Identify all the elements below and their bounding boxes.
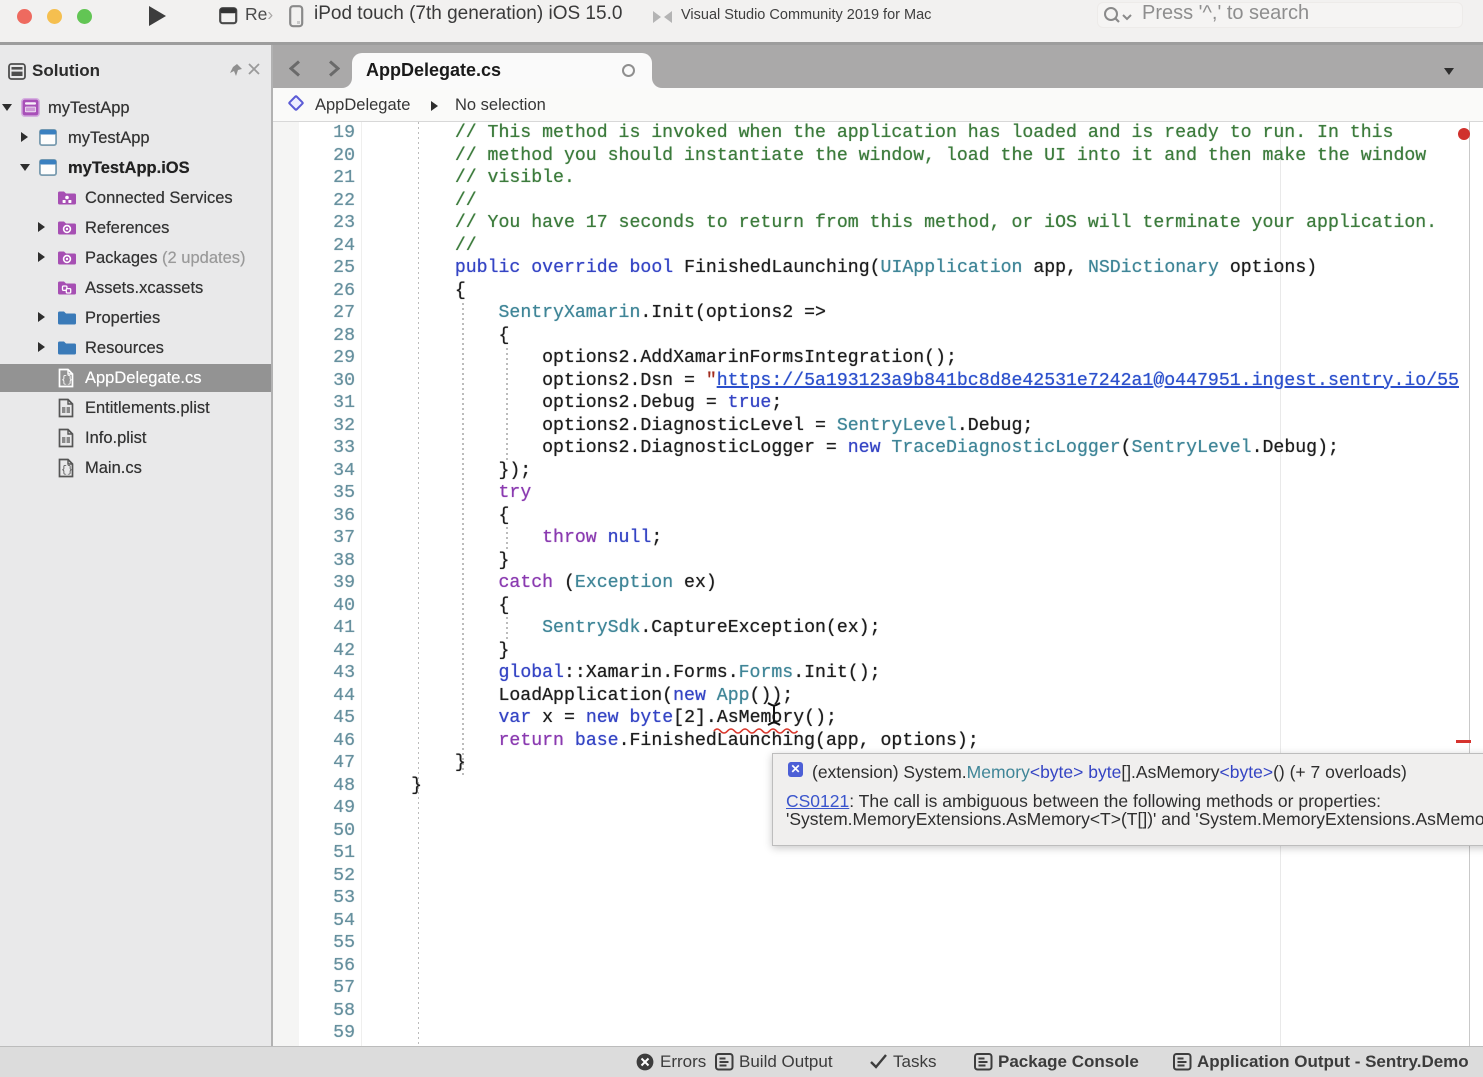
svg-text:{}: {} <box>61 374 73 386</box>
svg-text:{}: {} <box>61 465 73 477</box>
